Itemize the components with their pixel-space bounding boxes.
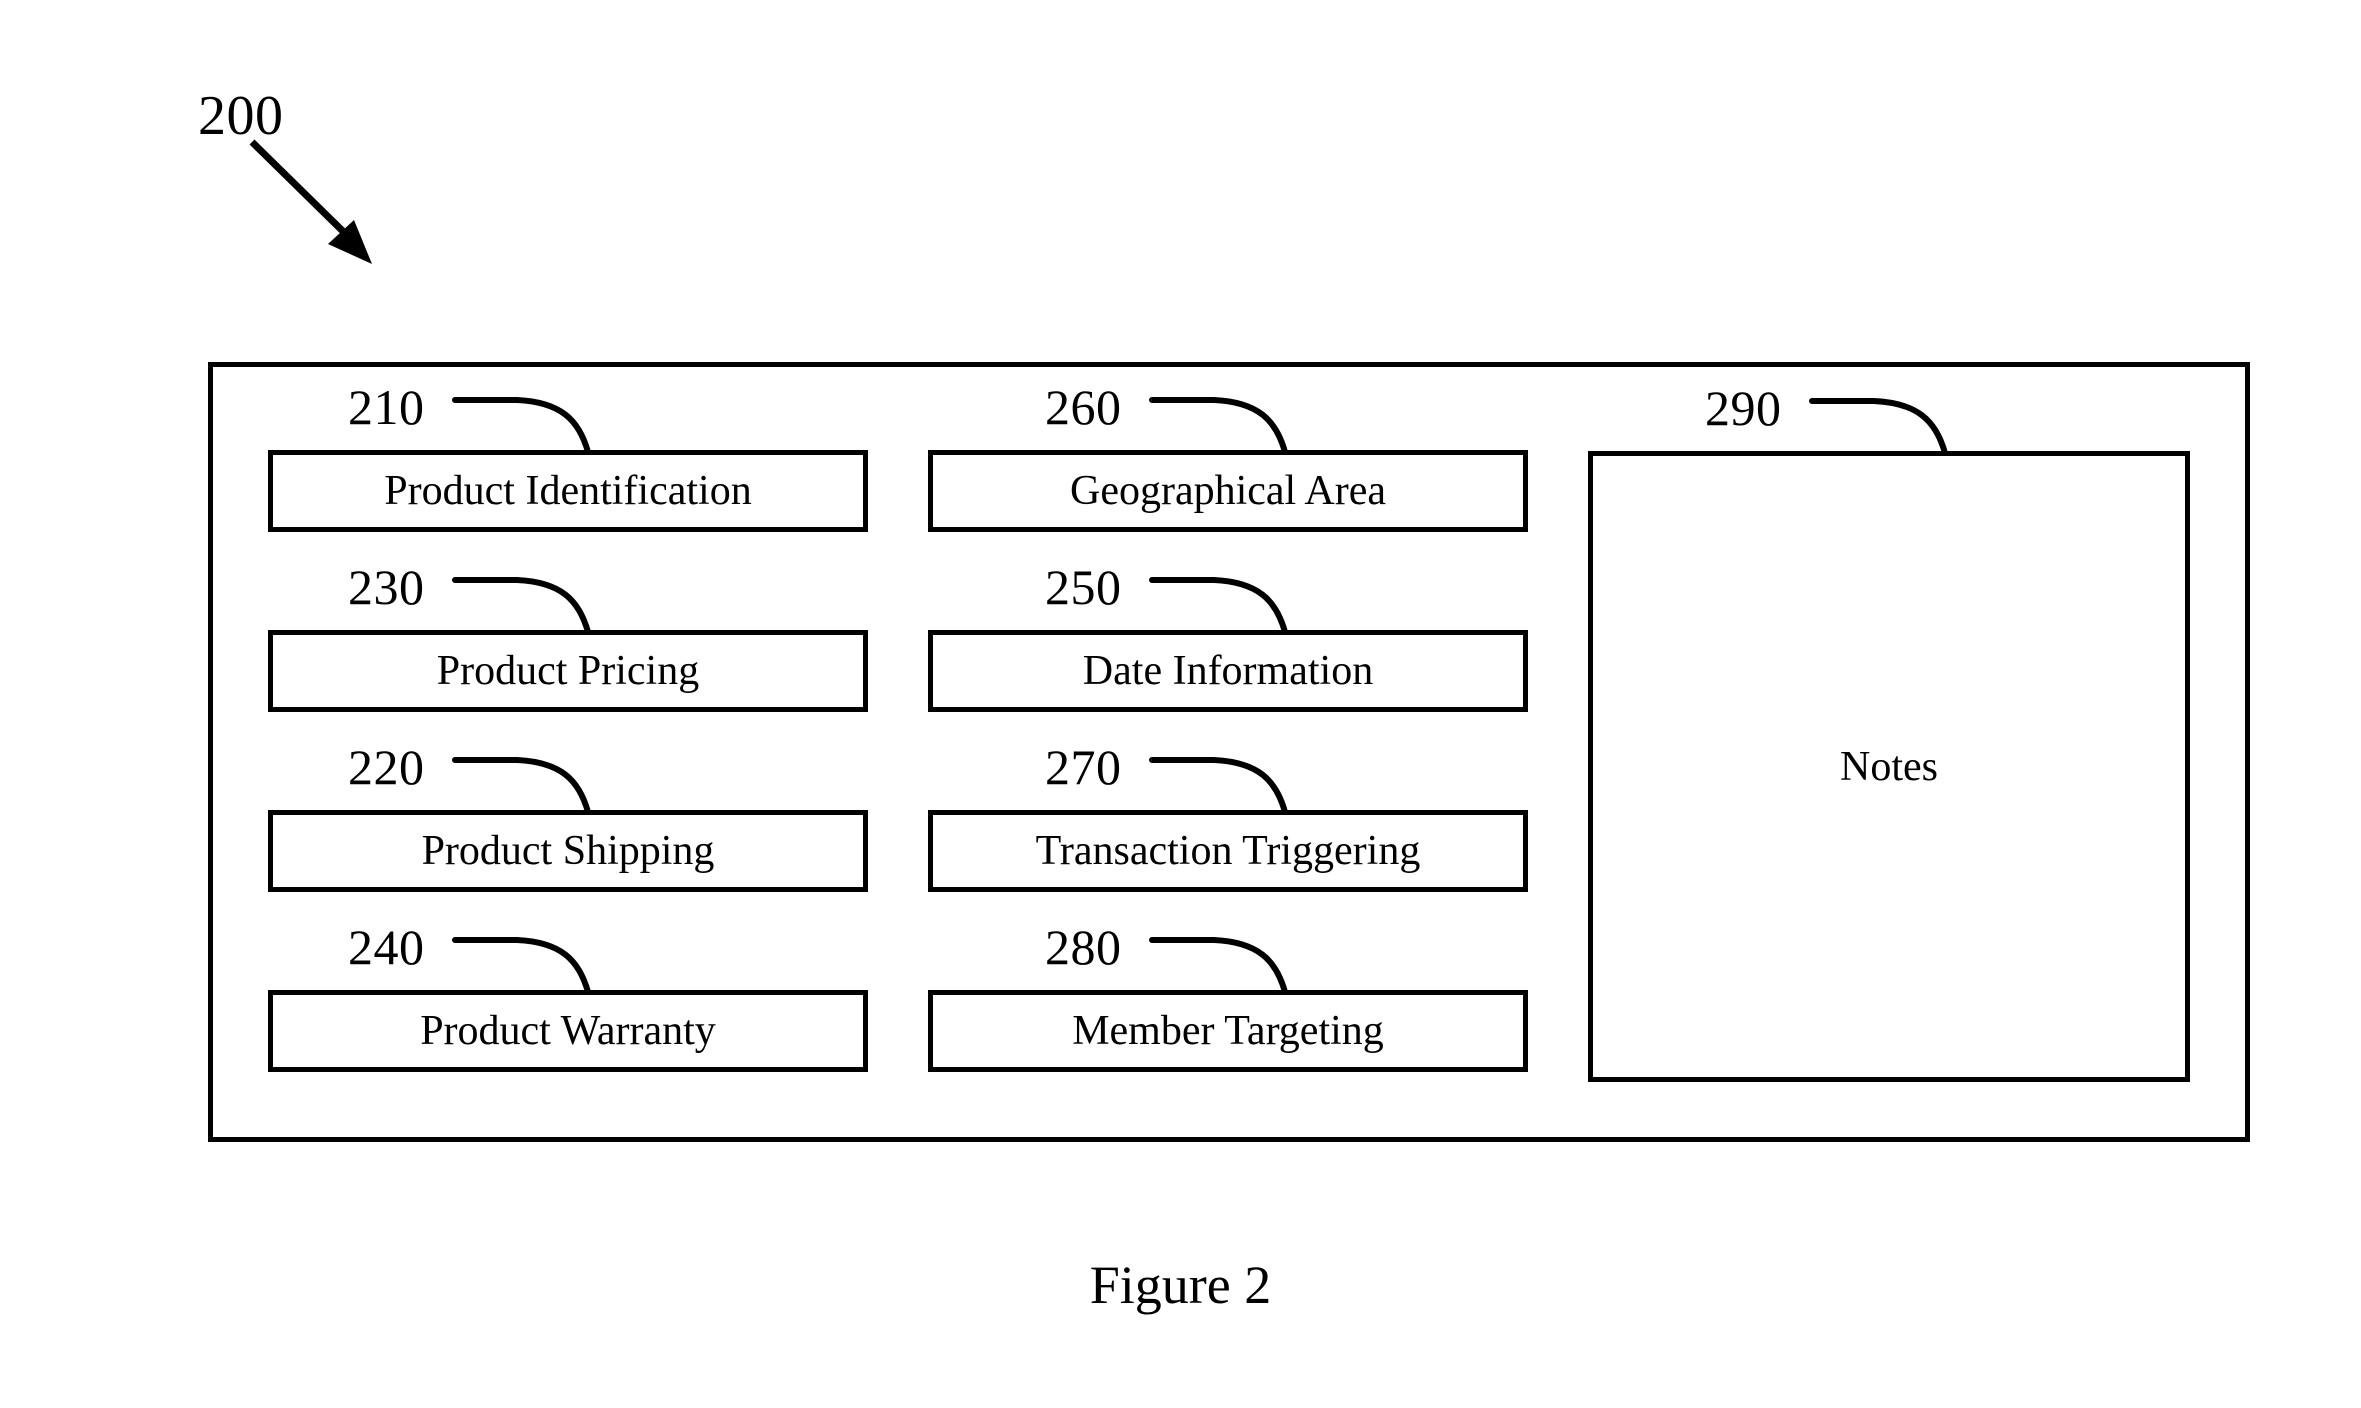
- leader-numeral-220: 220: [348, 739, 425, 795]
- component-box-label: Product Shipping: [421, 828, 715, 874]
- leader-numeral-250: 250: [1045, 559, 1122, 615]
- leader-numeral-270: 270: [1045, 739, 1122, 795]
- component-box-transaction-triggering[interactable]: Transaction Triggering: [928, 810, 1528, 892]
- component-box-date-information[interactable]: Date Information: [928, 630, 1528, 712]
- component-box-label: Transaction Triggering: [1035, 828, 1421, 874]
- component-box-geographical-area[interactable]: Geographical Area: [928, 450, 1528, 532]
- component-box-product-identification[interactable]: Product Identification: [268, 450, 868, 532]
- figure-caption: Figure 2: [1089, 1255, 1272, 1315]
- notes-panel-label: Notes: [1840, 743, 1938, 790]
- component-box-label: Date Information: [1082, 648, 1374, 694]
- leader-numeral-290: 290: [1705, 380, 1782, 436]
- component-box-product-shipping[interactable]: Product Shipping: [268, 810, 868, 892]
- component-box-label: Product Identification: [384, 468, 752, 514]
- component-box-label: Product Pricing: [436, 648, 700, 694]
- leader-numeral-230: 230: [348, 559, 425, 615]
- component-box-product-pricing[interactable]: Product Pricing: [268, 630, 868, 712]
- figure-page: 200 Product Identification 210 Product P…: [0, 0, 2361, 1408]
- component-box-label: Product Warranty: [420, 1008, 716, 1054]
- component-box-label: Member Targeting: [1072, 1008, 1384, 1054]
- leader-numeral-240: 240: [348, 919, 425, 975]
- component-box-label: Geographical Area: [1069, 468, 1386, 514]
- component-box-member-targeting[interactable]: Member Targeting: [928, 990, 1528, 1072]
- leader-numeral-280: 280: [1045, 919, 1122, 975]
- figure-reference-arrow-icon: [249, 139, 372, 264]
- leader-numeral-210: 210: [348, 379, 425, 435]
- component-box-product-warranty[interactable]: Product Warranty: [268, 990, 868, 1072]
- notes-panel[interactable]: Notes: [1588, 451, 2190, 1082]
- figure-reference-numeral: 200: [198, 85, 284, 147]
- leader-numeral-260: 260: [1045, 379, 1122, 435]
